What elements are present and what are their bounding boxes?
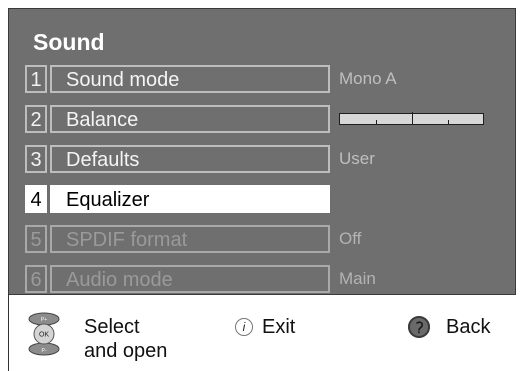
pad-down-label: P- [42,348,47,354]
balance-tick [448,120,449,124]
menu-item-value: Off [339,229,362,248]
menu-item-balance[interactable]: 2 Balance [25,105,495,135]
balance-center-tick [412,112,413,124]
menu-item-label: Equalizer [50,185,330,213]
menu-item-number: 3 [25,145,47,173]
sound-menu-panel: Sound 1 Sound mode Mono A 2 Balance 3 De… [8,8,516,295]
pad-ok-label: OK [39,332,49,339]
menu-item-number: 1 [25,65,47,93]
menu-item-value: Main [339,269,376,288]
menu-item-number: 4 [25,185,47,213]
menu-item-number: 6 [25,265,47,293]
info-icon: i [235,318,253,336]
help-bar: P+ OK P- Select and open i Exit Back [0,296,525,371]
menu-title: Sound [33,29,105,55]
dpad-ok-icon: P+ OK P- [28,312,60,356]
menu-item-equalizer[interactable]: 4 Equalizer [25,185,495,215]
balance-slider[interactable] [339,112,484,125]
menu-item-label: Defaults [50,145,330,173]
menu-item-defaults[interactable]: 3 Defaults User [25,145,495,175]
select-hint-line2: and open [84,340,168,362]
menu-item-number: 5 [25,225,47,253]
menu-item-value: Mono A [339,69,397,88]
back-hint: Back [446,316,491,338]
back-icon [408,316,430,338]
menu-item-label: SPDIF format [50,225,330,253]
balance-tick [376,120,377,124]
back-icon-glyph [416,321,423,334]
menu-item-label: Sound mode [50,65,330,93]
exit-hint: Exit [262,316,296,338]
menu-item-label: Audio mode [50,265,330,293]
menu-item-spdif-format: 5 SPDIF format Off [25,225,495,255]
pad-up-label: P+ [41,317,47,323]
menu-item-value: User [339,149,375,168]
menu-item-number: 2 [25,105,47,133]
menu-item-label: Balance [50,105,330,133]
select-hint: Select [84,316,140,338]
menu-item-audio-mode: 6 Audio mode Main [25,265,495,295]
menu-item-sound-mode[interactable]: 1 Sound mode Mono A [25,65,495,95]
